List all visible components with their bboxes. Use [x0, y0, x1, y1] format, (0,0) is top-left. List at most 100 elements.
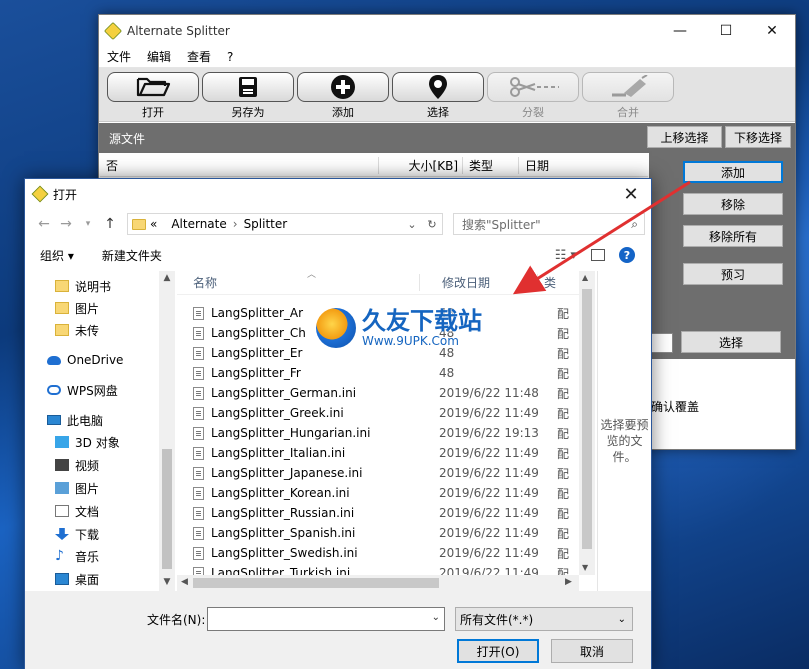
new-folder-button[interactable]: 新建文件夹: [102, 247, 162, 264]
nav-item-music[interactable]: ♪ 音乐: [55, 545, 99, 567]
move-up-button[interactable]: 上移选择: [647, 126, 722, 148]
tool-add[interactable]: 添加: [297, 72, 389, 120]
nav-item-downloads[interactable]: 下载: [55, 523, 99, 545]
breadcrumb-splitter[interactable]: Splitter: [244, 217, 288, 231]
view-options-icon[interactable]: ☷ ▾: [555, 248, 577, 263]
scroll-left-icon[interactable]: ◀: [181, 577, 188, 587]
open-button[interactable]: 打开(O): [457, 639, 539, 663]
split-toolbar-button[interactable]: [487, 72, 579, 102]
nav-item-this-pc[interactable]: 此电脑: [47, 409, 103, 431]
file-row[interactable]: LangSplitter_Korean.ini 2019/6/22 11:49 配: [177, 483, 579, 503]
tool-select-label: 选择: [427, 106, 449, 119]
file-row[interactable]: LangSplitter_Greek.ini 2019/6/22 11:49 配: [177, 403, 579, 423]
column-header-name[interactable]: 名称: [177, 274, 419, 291]
remove-all-button[interactable]: 移除所有: [683, 225, 783, 247]
output-path-field[interactable]: [649, 333, 673, 353]
ini-file-icon: [193, 366, 204, 380]
select-output-button[interactable]: 选择: [681, 331, 781, 353]
file-row[interactable]: LangSplitter_Fr 48 配: [177, 363, 579, 383]
file-list-vscrollbar[interactable]: ▲ ▼: [579, 271, 595, 575]
nav-item-pictures-folder[interactable]: 图片: [55, 297, 99, 319]
scroll-right-icon[interactable]: ▶: [565, 577, 572, 587]
ini-file-icon: [193, 486, 204, 500]
dialog-close-button[interactable]: ✕: [611, 184, 651, 205]
nav-item-documents[interactable]: 文档: [55, 500, 99, 522]
filename-input[interactable]: ⌄: [207, 607, 445, 631]
save-as-toolbar-button[interactable]: [202, 72, 294, 102]
file-row[interactable]: LangSplitter_Hungarian.ini 2019/6/22 19:1…: [177, 423, 579, 443]
tool-save-as[interactable]: 另存为: [202, 72, 294, 120]
file-type: 配: [557, 366, 570, 381]
file-modified-date: 48: [439, 366, 455, 380]
add-button[interactable]: 添加: [683, 161, 783, 183]
breadcrumb-alternate[interactable]: Alternate: [171, 217, 226, 231]
scroll-down-icon[interactable]: ▼: [582, 563, 588, 572]
column-header-date[interactable]: 修改日期: [419, 274, 537, 291]
tool-select[interactable]: 选择: [392, 72, 484, 120]
tool-split-label: 分裂: [522, 106, 544, 119]
add-toolbar-button[interactable]: [297, 72, 389, 102]
column-size[interactable]: 大小[KB]: [378, 157, 462, 174]
file-row[interactable]: LangSplitter_Japanese.ini 2019/6/22 11:49…: [177, 463, 579, 483]
nav-item-videos[interactable]: 视频: [55, 454, 99, 476]
nav-item-unsent[interactable]: 未传: [55, 319, 99, 341]
search-input[interactable]: 搜索"Splitter" ⌕: [453, 213, 645, 235]
preview-button[interactable]: 预习: [683, 263, 783, 285]
column-date[interactable]: 日期: [518, 157, 646, 174]
tool-open[interactable]: 打开: [107, 72, 199, 120]
filename-dropdown-icon[interactable]: ⌄: [432, 612, 440, 623]
up-arrow-icon[interactable]: ↑: [99, 216, 121, 232]
tool-split[interactable]: 分裂: [487, 72, 579, 120]
menu-view[interactable]: 查看: [187, 48, 211, 65]
column-type[interactable]: 类型: [462, 157, 518, 174]
file-type-filter[interactable]: 所有文件(*.*) ⌄: [455, 607, 633, 631]
menu-help[interactable]: ?: [227, 50, 233, 64]
scroll-down-icon[interactable]: ▼: [159, 577, 175, 587]
nav-item-onedrive[interactable]: OneDrive: [47, 349, 123, 371]
file-modified-date: 2019/6/22 11:49: [439, 406, 539, 420]
address-bar[interactable]: « Alternate › Splitter ⌄ ↻: [127, 213, 443, 235]
nav-item-manual[interactable]: 说明书: [55, 275, 111, 297]
file-list-hscroll-thumb[interactable]: [193, 578, 439, 588]
file-list-vscroll-thumb[interactable]: [582, 289, 592, 549]
scroll-up-icon[interactable]: ▲: [159, 273, 175, 283]
maximize-button[interactable]: ☐: [703, 15, 749, 46]
scroll-up-icon[interactable]: ▲: [582, 273, 588, 282]
merge-toolbar-button[interactable]: [582, 72, 674, 102]
nav-scroll-thumb[interactable]: [162, 449, 172, 569]
confirm-overwrite-label[interactable]: 确认覆盖: [651, 398, 699, 415]
open-toolbar-button[interactable]: [107, 72, 199, 102]
column-name[interactable]: 否: [100, 157, 378, 174]
cancel-button[interactable]: 取消: [551, 639, 633, 663]
tool-merge[interactable]: 合并: [582, 72, 674, 120]
help-icon[interactable]: ?: [619, 247, 635, 263]
organize-menu[interactable]: 组织 ▾: [40, 247, 74, 264]
remove-button[interactable]: 移除: [683, 193, 783, 215]
file-row[interactable]: LangSplitter_Italian.ini 2019/6/22 11:49 配: [177, 443, 579, 463]
close-button[interactable]: ✕: [749, 15, 795, 46]
back-arrow-icon[interactable]: ←: [33, 216, 55, 232]
move-down-button[interactable]: 下移选择: [725, 126, 791, 148]
column-header-type[interactable]: 类: [537, 274, 567, 291]
file-type: 配: [557, 306, 570, 321]
breadcrumb-overflow[interactable]: «: [150, 217, 157, 231]
preview-pane-icon[interactable]: [591, 249, 605, 261]
nav-item-desktop[interactable]: 桌面: [55, 568, 99, 590]
refresh-icon[interactable]: ↻: [422, 218, 442, 231]
menu-edit[interactable]: 编辑: [147, 48, 171, 65]
nav-item-pictures[interactable]: 图片: [55, 477, 99, 499]
nav-item-3d-objects[interactable]: 3D 对象: [55, 431, 120, 453]
file-row[interactable]: LangSplitter_Spanish.ini 2019/6/22 11:49 配: [177, 523, 579, 543]
nav-item-wps[interactable]: WPS网盘: [47, 379, 118, 401]
file-row[interactable]: LangSplitter_Russian.ini 2019/6/22 11:49 配: [177, 503, 579, 523]
minimize-button[interactable]: —: [657, 15, 703, 46]
file-row[interactable]: LangSplitter_Swedish.ini 2019/6/22 11:49 配: [177, 543, 579, 563]
forward-arrow-icon[interactable]: →: [55, 216, 77, 232]
select-toolbar-button[interactable]: [392, 72, 484, 102]
address-dropdown-icon[interactable]: ⌄: [402, 218, 422, 231]
menu-file[interactable]: 文件: [107, 48, 131, 65]
file-list-hscrollbar[interactable]: ◀ ▶: [177, 575, 579, 591]
nav-scrollbar[interactable]: ▲ ▼: [159, 271, 175, 591]
file-row[interactable]: LangSplitter_German.ini 2019/6/22 11:48 配: [177, 383, 579, 403]
recent-chevron-icon[interactable]: ▾: [77, 219, 99, 229]
